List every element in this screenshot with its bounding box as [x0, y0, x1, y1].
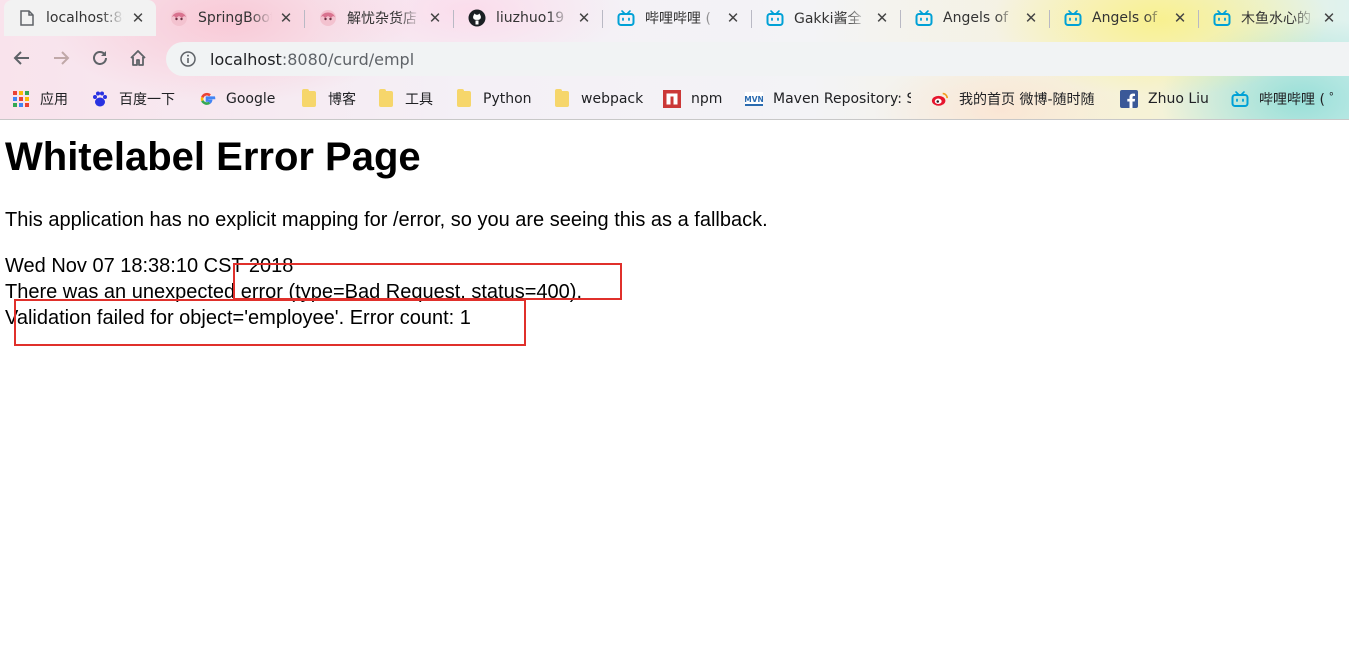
- tab-label: liuzhuo19: [496, 10, 565, 26]
- tab-label: Angels of: [1092, 10, 1158, 26]
- tab-label: 木鱼水心的: [1241, 11, 1311, 27]
- bookmark-google[interactable]: Google: [198, 86, 275, 112]
- home-button[interactable]: [122, 42, 154, 74]
- google-icon: [198, 90, 216, 108]
- close-icon[interactable]: ✕: [874, 9, 890, 27]
- tab-jieyou[interactable]: 解忧杂货店 ✕: [305, 0, 453, 36]
- bookmark-folder-blog[interactable]: 博客: [300, 86, 356, 112]
- bookmark-label: Google: [226, 91, 276, 107]
- anime-avatar-icon: [319, 9, 337, 27]
- tab-localhost[interactable]: localhost:8080/curd/empl ✕: [4, 0, 156, 36]
- browser-chrome: localhost:8080/curd/empl ✕ SpringBoot ✕ …: [0, 0, 1349, 120]
- bookmark-label: Zhuo Liu: [1148, 91, 1209, 107]
- tab-bilibili-1[interactable]: 哔哩哔哩 ( ✕: [603, 0, 751, 36]
- reload-button[interactable]: [84, 42, 116, 74]
- page-content: Whitelabel Error Page This application h…: [0, 120, 1349, 654]
- arrow-left-icon: [13, 51, 29, 65]
- browser-toolbar: localhost:8080/curd/empl: [0, 38, 1349, 80]
- npm-icon: [663, 90, 681, 108]
- tab-muyu[interactable]: 木鱼水心的 ✕: [1199, 0, 1347, 36]
- close-icon[interactable]: ✕: [1172, 9, 1188, 27]
- bookmark-apps[interactable]: 应用: [12, 86, 68, 112]
- tab-label: SpringBoot: [198, 10, 272, 26]
- apps-grid-icon: [12, 90, 30, 108]
- bilibili-icon: [1231, 90, 1249, 108]
- bookmark-label: npm: [691, 91, 723, 107]
- error-description: This application has no explicit mapping…: [5, 209, 768, 231]
- url-host: localhost: [210, 49, 282, 69]
- bookmark-label: 我的首页 微博-随时随: [959, 92, 1095, 108]
- tab-springboot[interactable]: SpringBoot ✕: [156, 0, 304, 36]
- folder-icon: [300, 89, 318, 108]
- svg-text:MVN: MVN: [745, 95, 763, 104]
- tab-strip: localhost:8080/curd/empl ✕ SpringBoot ✕ …: [0, 0, 1349, 36]
- bookmark-bilibili[interactable]: 哔哩哔哩 ( ゜: [1231, 86, 1349, 112]
- tab-github[interactable]: liuzhuo19 ✕: [454, 0, 602, 36]
- page-title: Whitelabel Error Page: [5, 135, 421, 179]
- bookmark-label: webpack: [581, 91, 644, 107]
- arrow-right-icon: [54, 51, 70, 65]
- info-icon[interactable]: [180, 51, 196, 67]
- bookmark-maven[interactable]: MVN Maven Repository: S: [745, 86, 911, 112]
- bookmark-npm[interactable]: npm: [663, 86, 722, 112]
- home-icon: [130, 50, 146, 66]
- forward-button[interactable]: [45, 42, 77, 74]
- close-icon[interactable]: ✕: [278, 9, 294, 27]
- bilibili-icon: [915, 9, 933, 27]
- tab-label: Angels of: [943, 10, 1009, 26]
- close-icon[interactable]: ✕: [427, 9, 443, 27]
- tab-label: Gakki酱全: [794, 11, 862, 27]
- url-path: :8080/curd/empl: [281, 49, 415, 69]
- bookmark-weibo[interactable]: 我的首页 微博-随时随: [931, 86, 1103, 112]
- folder-icon: [553, 89, 571, 108]
- bookmark-label: 工具: [405, 92, 433, 108]
- bookmark-baidu[interactable]: 百度一下: [91, 86, 175, 112]
- baidu-icon: [91, 90, 109, 108]
- tab-label: 解忧杂货店: [347, 11, 417, 27]
- bookmark-facebook[interactable]: Zhuo Liu: [1120, 86, 1209, 112]
- folder-icon: [377, 89, 395, 108]
- bookmark-label: 百度一下: [119, 92, 175, 108]
- close-icon[interactable]: ✕: [130, 9, 146, 27]
- bookmark-label: Python: [483, 91, 532, 107]
- annotation-box-validation: [14, 299, 526, 346]
- close-icon[interactable]: ✕: [1321, 9, 1337, 27]
- bookmark-folder-webpack[interactable]: webpack: [553, 86, 643, 112]
- tab-label: localhost:8080/curd/empl: [46, 10, 124, 26]
- folder-icon: [455, 89, 473, 108]
- reload-icon: [93, 51, 107, 65]
- close-icon[interactable]: ✕: [1023, 9, 1039, 27]
- tab-angels-2[interactable]: Angels of ✕: [1050, 0, 1198, 36]
- bilibili-icon: [1064, 9, 1082, 27]
- tab-label: 哔哩哔哩 (: [645, 11, 711, 27]
- bilibili-icon: [617, 9, 635, 27]
- facebook-icon: [1120, 90, 1138, 108]
- annotation-box-status: [233, 263, 622, 300]
- back-button[interactable]: [6, 42, 38, 74]
- bookmark-folder-tools[interactable]: 工具: [377, 86, 433, 112]
- tab-angels-1[interactable]: Angels of ✕: [901, 0, 1049, 36]
- bookmarks-bar: 应用 百度一下 Google 博客 工具 Python webpack npm …: [0, 82, 1349, 116]
- bookmark-label: 哔哩哔哩 ( ゜: [1259, 92, 1344, 108]
- bilibili-icon: [766, 9, 784, 27]
- weibo-icon: [931, 90, 949, 108]
- address-bar[interactable]: localhost:8080/curd/empl: [166, 42, 1349, 76]
- bookmark-label: 博客: [328, 92, 356, 108]
- bookmark-label: 应用: [40, 92, 68, 108]
- document-icon: [18, 9, 36, 27]
- bookmark-folder-python[interactable]: Python: [455, 86, 532, 112]
- maven-icon: MVN: [745, 90, 763, 108]
- bilibili-icon: [1213, 9, 1231, 27]
- bookmark-label: Maven Repository: S: [773, 91, 911, 107]
- github-icon: [468, 9, 486, 27]
- tab-gakki[interactable]: Gakki酱全 ✕: [752, 0, 900, 36]
- close-icon[interactable]: ✕: [576, 9, 592, 27]
- close-icon[interactable]: ✕: [725, 9, 741, 27]
- anime-avatar-icon: [170, 9, 188, 27]
